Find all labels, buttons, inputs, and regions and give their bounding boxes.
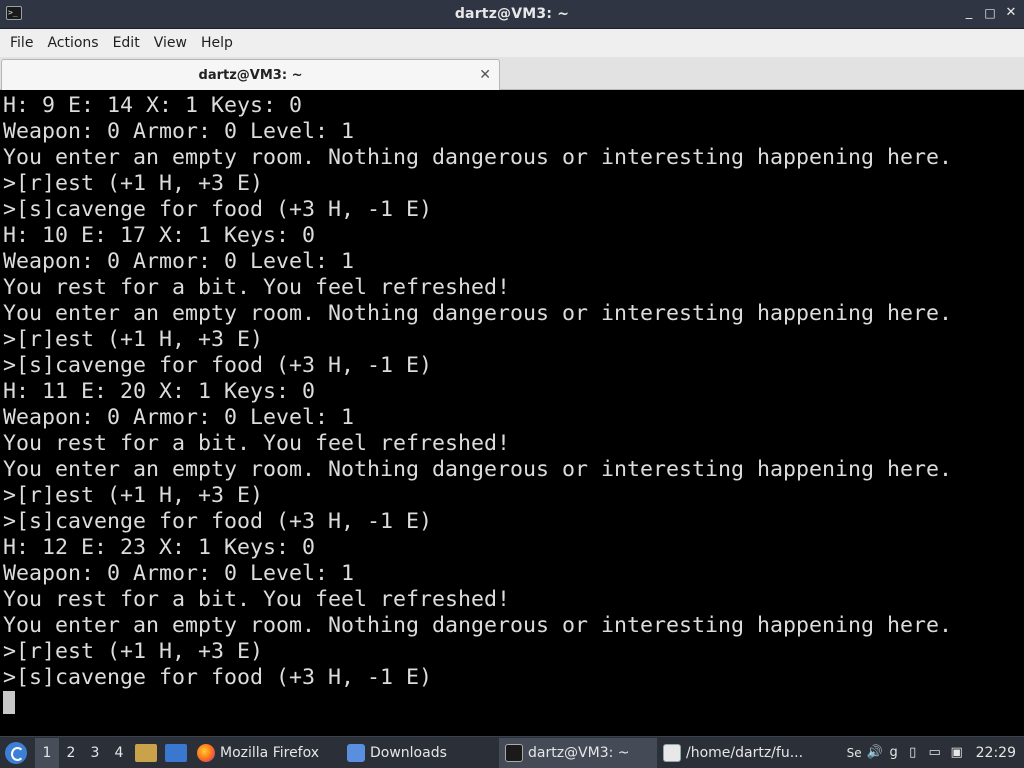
terminal-line: H: 9 E: 14 X: 1 Keys: 0 xyxy=(3,93,303,118)
menu-edit[interactable]: Edit xyxy=(106,35,147,51)
terminal-line: >[r]est (+1 H, +3 E) xyxy=(3,639,264,664)
network-icon[interactable]: ▭ xyxy=(927,745,943,761)
terminal-line: H: 10 E: 17 X: 1 Keys: 0 xyxy=(3,223,316,248)
tab-strip: dartz@VM3: ~ ✕ xyxy=(0,57,1024,90)
terminal-line: You rest for a bit. You feel refreshed! xyxy=(3,587,511,612)
task-label: Downloads xyxy=(370,744,447,761)
text-cursor xyxy=(3,691,15,714)
workspace-1[interactable]: 1 xyxy=(35,737,59,768)
close-icon[interactable]: ✕ xyxy=(1004,6,1018,20)
tray-overflow-text[interactable]: Se xyxy=(847,745,862,761)
tab-close-icon[interactable]: ✕ xyxy=(479,67,491,83)
task-label: dartz@VM3: ~ xyxy=(528,744,630,761)
terminal-line: Weapon: 0 Armor: 0 Level: 1 xyxy=(3,405,355,430)
window-title: dartz@VM3: ~ xyxy=(454,6,570,22)
terminal-line: You enter an empty room. Nothing dangero… xyxy=(3,145,953,170)
task-label: Mozilla Firefox xyxy=(220,744,320,761)
terminal-lines: H: 9 E: 14 X: 1 Keys: 0 Weapon: 0 Armor: … xyxy=(3,93,952,691)
terminal-line: You enter an empty room. Nothing dangero… xyxy=(3,301,953,326)
folder-icon xyxy=(347,743,365,762)
terminal-line: H: 11 E: 20 X: 1 Keys: 0 xyxy=(3,379,316,404)
terminal-line: >[s]cavenge for food (+3 H, -1 E) xyxy=(3,197,433,222)
tab-label: dartz@VM3: ~ xyxy=(198,67,303,83)
menu-view[interactable]: View xyxy=(147,35,194,51)
terminal-line: >[r]est (+1 H, +3 E) xyxy=(3,483,264,508)
notification-icon[interactable]: ▣ xyxy=(949,745,965,761)
menu-bar: File Actions Edit View Help xyxy=(0,29,1024,57)
task-firefox[interactable]: Mozilla Firefox xyxy=(191,738,341,768)
terminal-icon xyxy=(505,743,523,762)
terminal-output[interactable]: H: 9 E: 14 X: 1 Keys: 0 Weapon: 0 Armor: … xyxy=(0,91,1024,736)
terminal-line: You rest for a bit. You feel refreshed! xyxy=(3,275,511,300)
terminal-line: You rest for a bit. You feel refreshed! xyxy=(3,431,511,456)
terminal-line: >[s]cavenge for food (+3 H, -1 E) xyxy=(3,509,433,534)
start-menu-icon[interactable] xyxy=(5,741,27,764)
show-desktop-icon[interactable] xyxy=(165,743,187,762)
maximize-icon[interactable]: □ xyxy=(983,6,997,20)
workspace-2[interactable]: 2 xyxy=(59,745,83,761)
terminal-line: H: 12 E: 23 X: 1 Keys: 0 xyxy=(3,535,316,560)
firefox-icon xyxy=(197,743,215,762)
tray-text-g[interactable]: g xyxy=(889,745,899,761)
file-manager-icon[interactable] xyxy=(135,743,157,762)
task-downloads[interactable]: Downloads xyxy=(341,738,499,768)
workspace-4[interactable]: 4 xyxy=(107,745,131,761)
terminal-app-icon: >_ xyxy=(6,6,22,20)
text-editor-icon xyxy=(663,743,681,762)
minimize-icon[interactable]: _ xyxy=(962,6,976,20)
terminal-line: >[s]cavenge for food (+3 H, -1 E) xyxy=(3,353,433,378)
taskbar: 1 2 3 4 Mozilla Firefox Downloads dartz@… xyxy=(0,736,1024,768)
clipboard-icon[interactable]: ▯ xyxy=(905,745,921,761)
terminal-line: Weapon: 0 Armor: 0 Level: 1 xyxy=(3,119,355,144)
window-titlebar[interactable]: >_ dartz@VM3: ~ _ □ ✕ xyxy=(0,0,1024,29)
volume-icon[interactable]: 🔊 xyxy=(867,745,883,761)
terminal-line: You enter an empty room. Nothing dangero… xyxy=(3,457,953,482)
menu-actions[interactable]: Actions xyxy=(40,35,105,51)
workspace-3[interactable]: 3 xyxy=(83,745,107,761)
terminal-line: Weapon: 0 Armor: 0 Level: 1 xyxy=(3,249,355,274)
task-label: /home/dartz/fu... xyxy=(686,744,804,761)
terminal-line: >[r]est (+1 H, +3 E) xyxy=(3,327,264,352)
menu-help[interactable]: Help xyxy=(194,35,240,51)
terminal-line: >[s]cavenge for food (+3 H, -1 E) xyxy=(3,665,433,690)
terminal-scrollbar[interactable] xyxy=(1014,91,1024,736)
terminal-line: You enter an empty room. Nothing dangero… xyxy=(3,613,953,638)
terminal-line: Weapon: 0 Armor: 0 Level: 1 xyxy=(3,561,355,586)
terminal-line: >[r]est (+1 H, +3 E) xyxy=(3,171,264,196)
task-terminal[interactable]: dartz@VM3: ~ xyxy=(499,737,657,768)
task-editor[interactable]: /home/dartz/fu... xyxy=(657,738,817,768)
menu-file[interactable]: File xyxy=(3,35,40,51)
tab-terminal[interactable]: dartz@VM3: ~ ✕ xyxy=(1,59,500,90)
system-tray: Se 🔊 g ▯ ▭ ▣ 22:29 xyxy=(844,738,1024,768)
clock[interactable]: 22:29 xyxy=(976,745,1016,761)
